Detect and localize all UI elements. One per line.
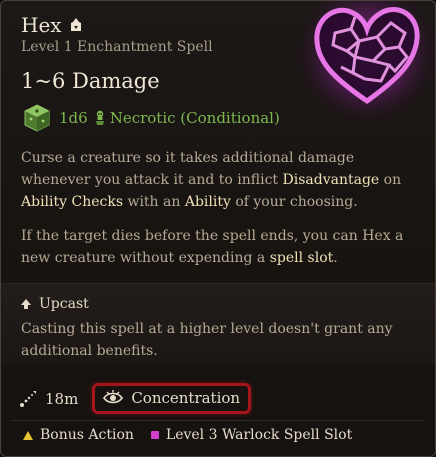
hex-heart-art <box>295 1 435 125</box>
keyword-ability-checks[interactable]: Ability Checks <box>21 194 123 210</box>
upcast-text: Casting this spell at a higher level doe… <box>21 321 393 359</box>
concentration-icon <box>103 390 124 404</box>
upcast-header: Upcast <box>21 296 89 312</box>
damage-dice: 1d6 <box>59 109 88 127</box>
keyword-ability[interactable]: Ability <box>185 194 231 210</box>
damage-title: 1~6 Damage <box>21 69 160 93</box>
desc-text: on <box>379 172 402 188</box>
upcast-arrow-icon <box>21 299 31 309</box>
spell-properties: 18m Concentration <box>19 383 252 414</box>
keyword-disadvantage[interactable]: Disadvantage <box>283 172 380 188</box>
spell-slot-label: Level 3 Warlock Spell Slot <box>165 427 353 443</box>
upcast-panel: Upcast Casting this spell at a higher le… <box>1 283 435 364</box>
desc-text: of your choosing. <box>230 194 358 210</box>
hand-icon <box>70 18 81 31</box>
bonus-action-label: Bonus Action <box>40 427 134 443</box>
upcast-title: Upcast <box>39 296 89 312</box>
necrotic-icon <box>95 110 104 125</box>
damage-dice-row: 1d6 Necrotic (Conditional) <box>23 104 280 132</box>
desc-text: . <box>333 250 338 266</box>
spell-tooltip: Hex Level 1 Enchantment Spell 1~6 Damage… <box>0 0 436 457</box>
range-value: 18m <box>45 389 79 408</box>
d6-dice-icon <box>24 104 50 132</box>
desc-text: with an <box>123 194 185 210</box>
spell-name: Hex <box>21 13 62 37</box>
divider <box>11 420 425 421</box>
range-icon <box>20 390 36 407</box>
description-paragraph-2: If the target dies before the spell ends… <box>21 225 421 269</box>
concentration-label: Concentration <box>131 389 241 407</box>
desc-text: If the target dies before the spell ends… <box>21 228 404 266</box>
spell-cost-row: Bonus Action Level 3 Warlock Spell Slot <box>23 427 352 443</box>
keyword-spell-slot[interactable]: spell slot <box>270 250 334 266</box>
description-paragraph-1: Curse a creature so it takes additional … <box>21 147 421 213</box>
spell-header: Hex Level 1 Enchantment Spell <box>21 13 213 55</box>
spell-slot-square-icon <box>150 431 159 439</box>
bonus-action-triangle-icon <box>23 430 33 440</box>
damage-type: Necrotic (Conditional) <box>109 109 280 127</box>
spell-level-school: Level 1 Enchantment Spell <box>21 39 213 55</box>
spell-description: Curse a creature so it takes additional … <box>21 147 421 281</box>
concentration-badge[interactable]: Concentration <box>92 383 252 414</box>
